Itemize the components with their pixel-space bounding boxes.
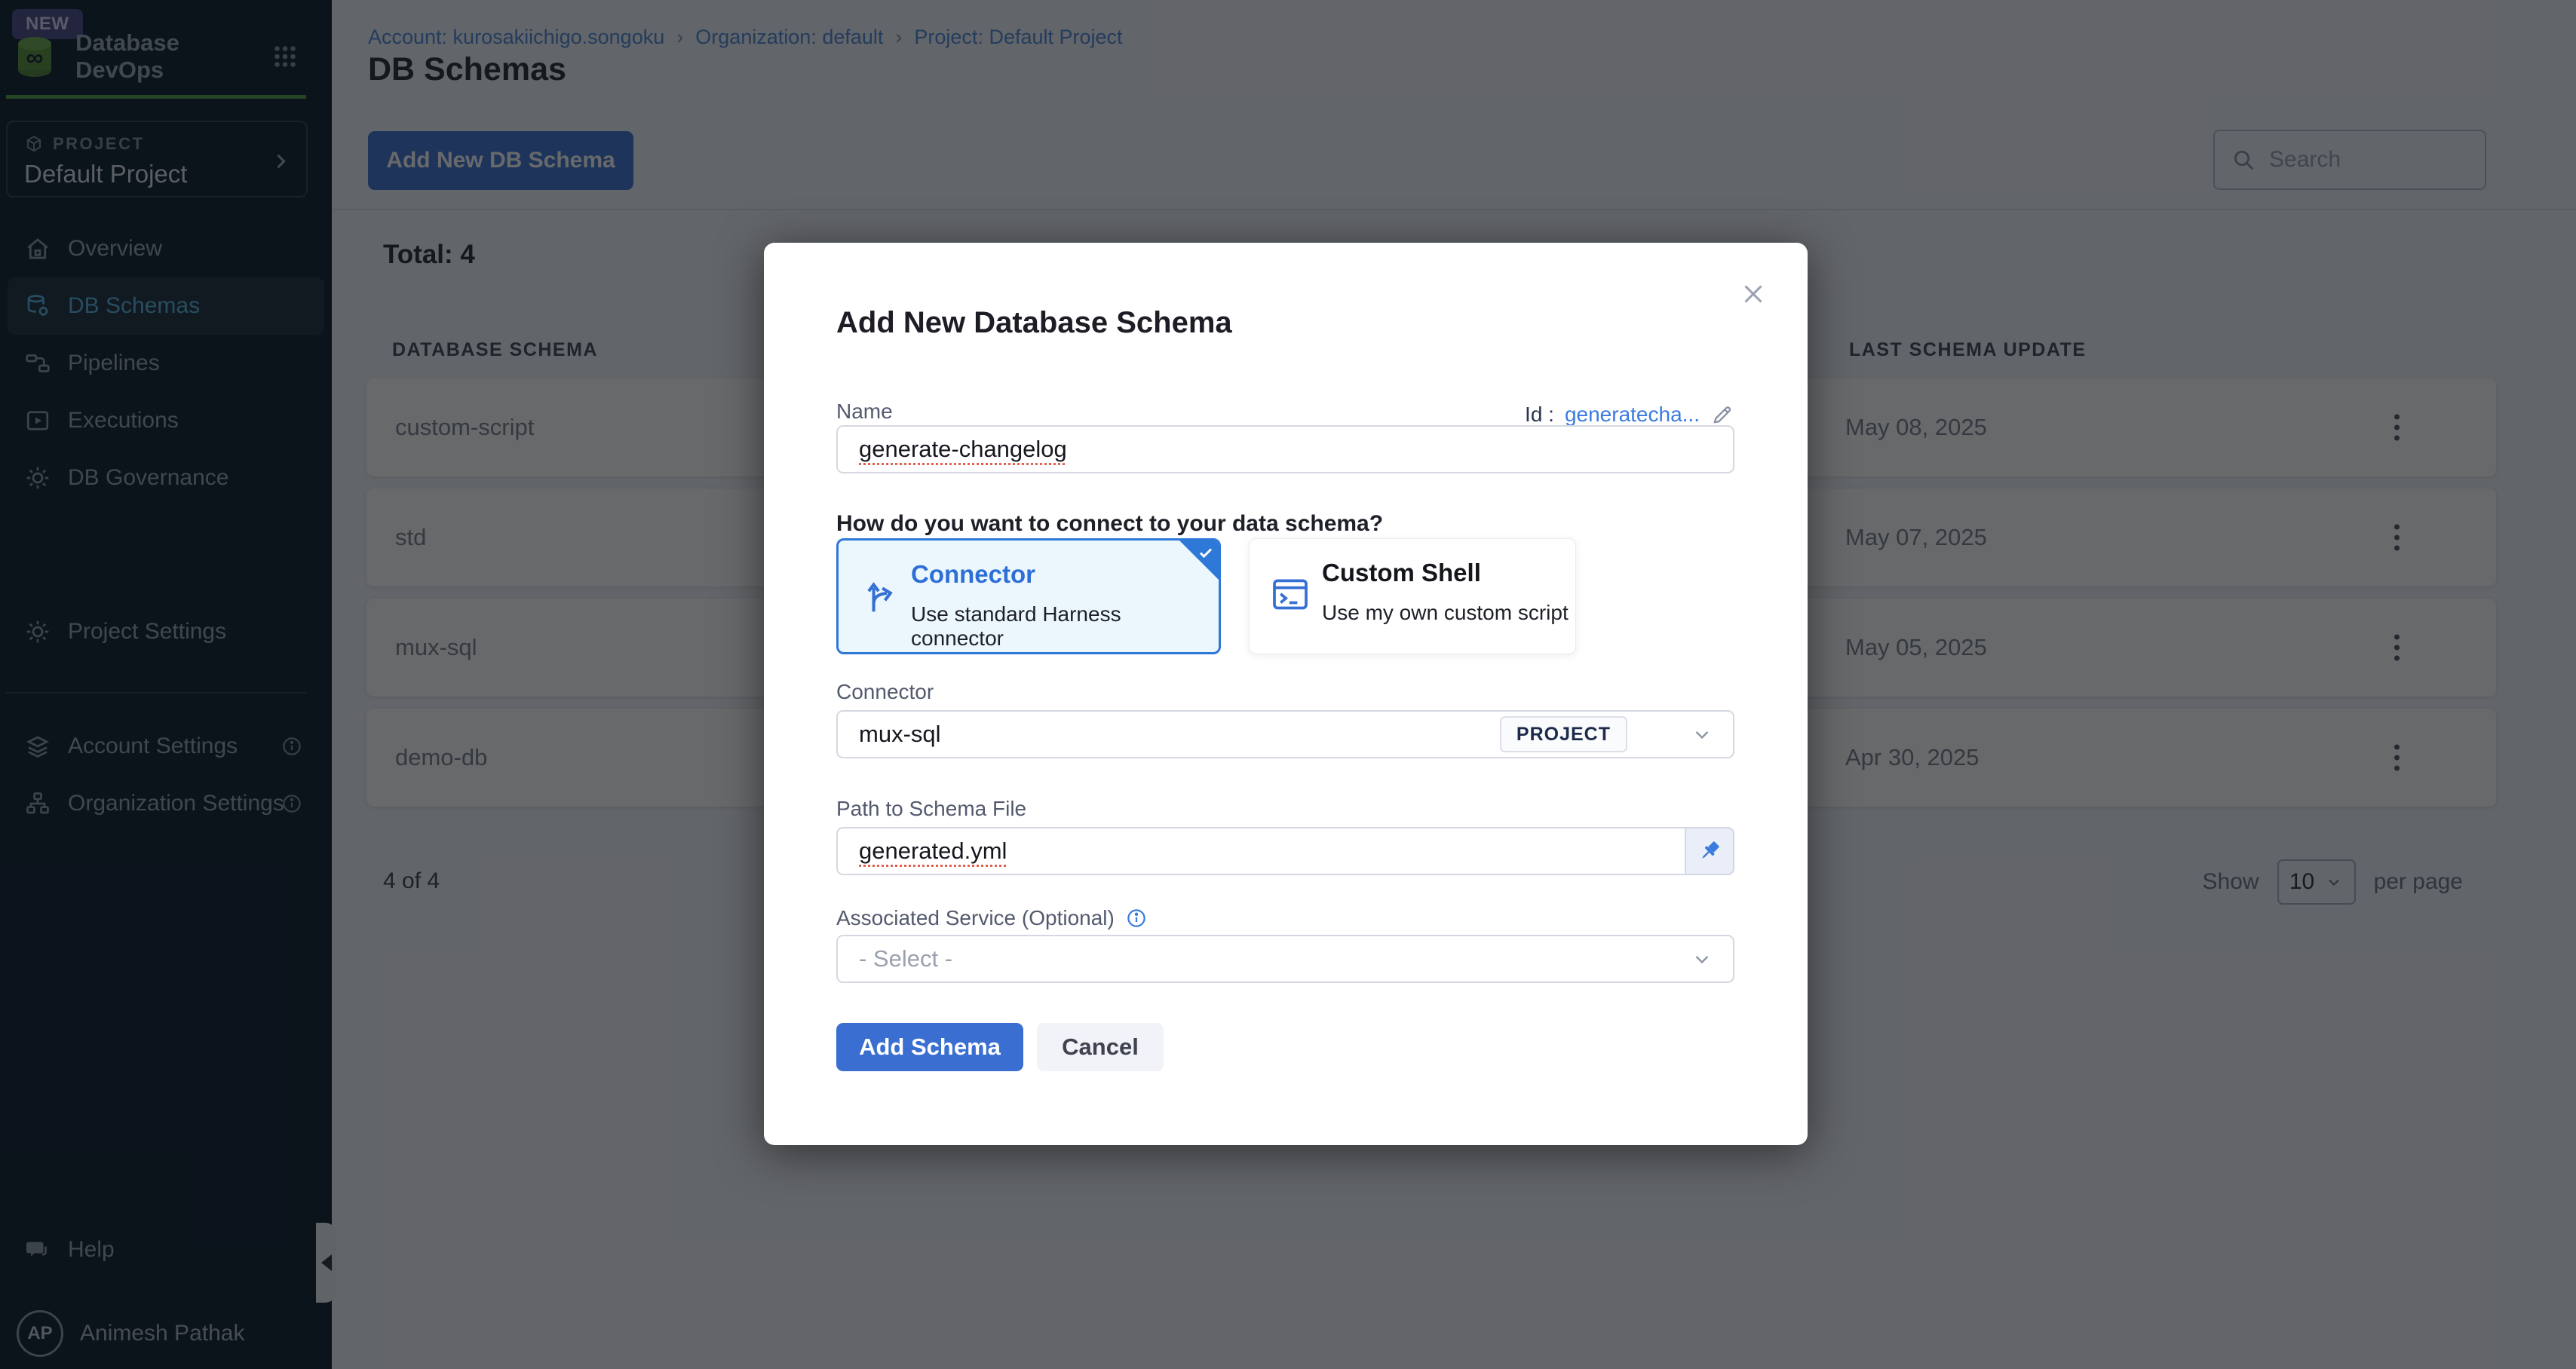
add-schema-button[interactable]: Add Schema [836,1023,1023,1071]
connector-option-subtitle: Use standard Harness connector [911,602,1219,651]
pin-button[interactable] [1685,827,1734,875]
close-icon[interactable] [1732,273,1774,315]
pushpin-icon [1696,838,1723,865]
modal-actions: Add Schema Cancel [836,1023,1164,1071]
custom-shell-option-subtitle: Use my own custom script [1322,601,1569,625]
id-value-link[interactable]: generatecha... [1565,403,1700,427]
branch-arrows-icon [858,575,902,619]
info-icon[interactable] [1125,907,1148,930]
path-label: Path to Schema File [836,797,1026,821]
id-prefix: Id : [1525,403,1554,427]
path-value: generated.yml [859,838,1007,865]
edit-pencil-icon[interactable] [1710,403,1734,427]
service-label-row: Associated Service (Optional) [836,906,1148,930]
chevron-down-icon [1691,723,1713,746]
add-schema-modal: Add New Database Schema Name Id : genera… [764,243,1808,1145]
terminal-icon [1269,574,1311,616]
service-placeholder: - Select - [859,945,952,972]
connector-option-card[interactable]: Connector Use standard Harness connector [836,538,1221,654]
path-input[interactable]: generated.yml [836,827,1734,875]
connection-question: How do you want to connect to your data … [836,511,1383,537]
name-input[interactable]: generate-changelog [836,425,1734,473]
name-value: generate-changelog [859,436,1067,463]
connector-value: mux-sql [859,721,941,748]
custom-shell-option-card[interactable]: Custom Shell Use my own custom script [1249,538,1576,654]
service-select[interactable]: - Select - [836,935,1734,983]
name-label: Name [836,400,893,424]
service-label: Associated Service (Optional) [836,906,1115,930]
connector-option-title: Connector [911,560,1035,589]
cancel-button[interactable]: Cancel [1037,1023,1164,1071]
check-icon [1197,544,1215,562]
custom-shell-option-title: Custom Shell [1322,559,1481,587]
modal-title: Add New Database Schema [836,306,1232,340]
scope-badge: PROJECT [1500,716,1627,752]
connector-label: Connector [836,680,934,704]
connector-select[interactable]: mux-sql PROJECT [836,710,1734,758]
chevron-down-icon [1691,948,1713,970]
schema-id-line: Id : generatecha... [1525,403,1734,427]
